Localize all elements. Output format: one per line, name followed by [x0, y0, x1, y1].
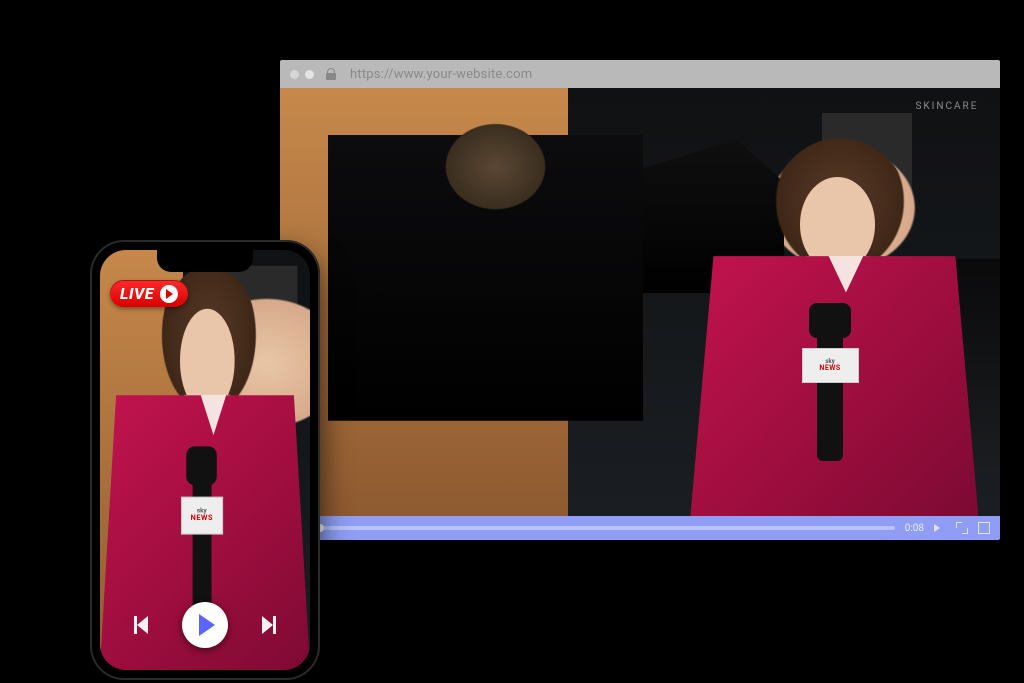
reporter-figure: sky NEWS	[690, 122, 978, 516]
cameraman-figure	[323, 114, 697, 491]
phone-screen[interactable]: sky NEWS LIVE	[100, 250, 310, 670]
phone-device-frame: sky NEWS LIVE	[90, 240, 320, 680]
live-badge: LIVE	[110, 280, 188, 307]
lock-icon	[326, 68, 336, 80]
mic-brand-bottom: NEWS	[191, 515, 213, 522]
controls-right-cluster	[934, 522, 990, 534]
browser-window: https://www.your-website.com SKINCARE sk…	[280, 60, 1000, 540]
video-viewport[interactable]: SKINCARE sky NEWS	[280, 88, 1000, 516]
video-controls-bar: 0:08	[280, 516, 1000, 540]
seek-track[interactable]	[308, 526, 895, 530]
background-sign-text: SKINCARE	[915, 101, 978, 112]
address-bar-url[interactable]: https://www.your-website.com	[350, 67, 532, 82]
time-elapsed: 0:08	[905, 523, 924, 534]
mic-flag: sky NEWS	[802, 348, 859, 383]
live-play-icon	[160, 285, 178, 303]
live-label: LIVE	[120, 284, 154, 303]
skip-previous-icon[interactable]	[134, 614, 156, 636]
browser-chrome-bar: https://www.your-website.com	[280, 60, 1000, 88]
microphone: sky NEWS	[817, 327, 843, 461]
window-dot-minimize-icon[interactable]	[305, 70, 314, 79]
play-button[interactable]	[182, 602, 228, 648]
picture-in-picture-icon[interactable]	[956, 522, 968, 534]
phone-player-controls	[100, 602, 310, 648]
phone-notch	[157, 250, 253, 272]
skip-next-icon[interactable]	[254, 614, 276, 636]
volume-icon[interactable]	[934, 522, 946, 534]
mic-brand-bottom: NEWS	[819, 365, 840, 372]
window-dot-close-icon[interactable]	[290, 70, 299, 79]
microphone: sky NEWS	[192, 473, 211, 620]
mic-flag: sky NEWS	[181, 497, 223, 535]
video-frame-background: SKINCARE sky NEWS	[280, 88, 1000, 516]
fullscreen-icon[interactable]	[978, 522, 990, 534]
